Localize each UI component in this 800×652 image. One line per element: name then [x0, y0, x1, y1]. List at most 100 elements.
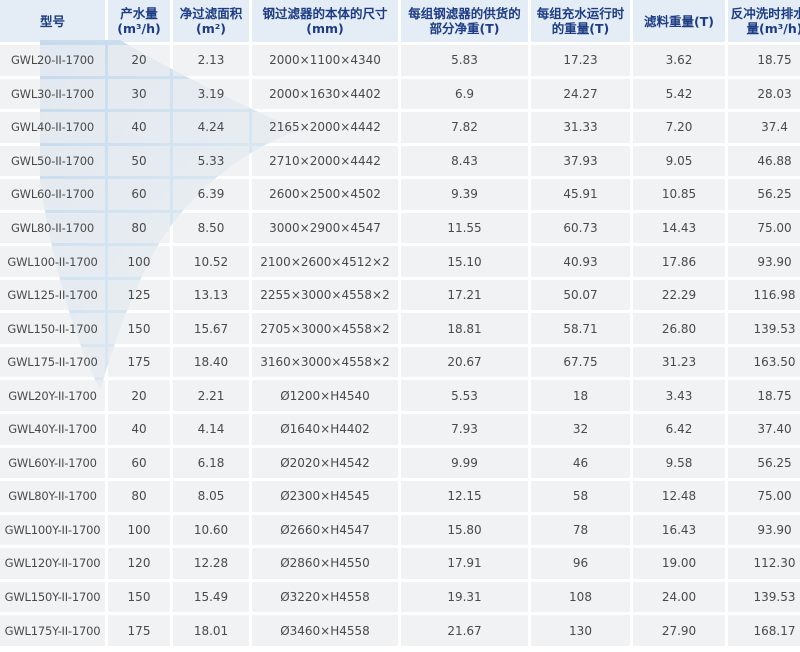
backwash-flow-cell: 28.03	[728, 78, 800, 110]
media-weight-cell: 3.43	[633, 380, 725, 412]
table-row: GWL60Y-II-1700 60 6.18 Ø2020×H4542 9.99 46 9.5…	[0, 447, 800, 479]
media-weight-cell: 31.23	[633, 346, 725, 378]
operating-weight-cell: 50.07	[531, 279, 630, 311]
water-output-cell: 80	[108, 481, 170, 512]
media-weight-cell: 9.05	[633, 145, 725, 177]
filter-area-cell: 2.13	[173, 45, 249, 76]
media-weight-cell: 6.42	[633, 414, 725, 445]
backwash-flow-cell: 168.17	[728, 615, 800, 646]
operating-weight-cell: 58	[531, 481, 630, 512]
model-cell: GWL30-II-1700	[0, 78, 105, 110]
header-line: (m³/h)	[117, 21, 161, 36]
body-size-cell: Ø2020×H4542	[252, 447, 398, 479]
media-weight-cell: 7.20	[633, 112, 725, 143]
header-backwash-flow: 反冲洗时排水流量(m³/h)	[728, 0, 800, 42]
filter-area-cell: 6.39	[173, 179, 249, 210]
header-filter-area: 净过滤面积 (m²)	[173, 0, 249, 42]
filter-area-cell: 12.28	[173, 548, 249, 579]
operating-weight-cell: 96	[531, 548, 630, 579]
body-size-cell: Ø2660×H4547	[252, 514, 398, 546]
operating-weight-cell: 46	[531, 447, 630, 479]
model-cell: GWL20-II-1700	[0, 45, 105, 76]
backwash-flow-cell: 18.75	[728, 380, 800, 412]
backwash-flow-cell: 56.25	[728, 179, 800, 210]
backwash-flow-cell: 139.53	[728, 581, 800, 613]
media-weight-cell: 24.00	[633, 581, 725, 613]
body-size-cell: Ø1200×H4540	[252, 380, 398, 412]
media-weight-cell: 12.48	[633, 481, 725, 512]
media-weight-cell: 10.85	[633, 179, 725, 210]
net-weight-cell: 5.83	[401, 45, 528, 76]
operating-weight-cell: 17.23	[531, 45, 630, 76]
table-row: GWL175-II-1700 175 18.40 3160×3000×4558×2 20…	[0, 346, 800, 378]
backwash-flow-cell: 37.4	[728, 112, 800, 143]
model-cell: GWL20Y-II-1700	[0, 380, 105, 412]
backwash-flow-cell: 116.98	[728, 279, 800, 311]
model-cell: GWL175-II-1700	[0, 346, 105, 378]
water-output-cell: 175	[108, 615, 170, 646]
table-row: GWL120Y-II-1700 120 12.28 Ø2860×H4550 17.91 9…	[0, 548, 800, 579]
operating-weight-cell: 24.27	[531, 78, 630, 110]
body-size-cell: Ø2860×H4550	[252, 548, 398, 579]
filter-area-cell: 13.13	[173, 279, 249, 311]
net-weight-cell: 17.91	[401, 548, 528, 579]
water-output-cell: 40	[108, 112, 170, 143]
net-weight-cell: 15.80	[401, 514, 528, 546]
water-output-cell: 125	[108, 279, 170, 311]
operating-weight-cell: 78	[531, 514, 630, 546]
header-line: 每组钢滤器的供货的	[408, 6, 521, 21]
spec-table: 型号 产水量 (m³/h) 净过滤面积 (m²) 钢过滤器的本体的尺寸 (mm) 每组钢滤器的…	[0, 0, 800, 649]
header-line: 滤料重量(T)	[644, 13, 714, 29]
water-output-cell: 20	[108, 45, 170, 76]
media-weight-cell: 27.90	[633, 615, 725, 646]
water-output-cell: 20	[108, 380, 170, 412]
header-model: 型号	[0, 0, 105, 42]
header-water-output: 产水量 (m³/h)	[108, 0, 170, 42]
body-size-cell: Ø2300×H4545	[252, 481, 398, 512]
model-cell: GWL100-II-1700	[0, 246, 105, 277]
net-weight-cell: 7.93	[401, 414, 528, 445]
operating-weight-cell: 32	[531, 414, 630, 445]
header-line: (m²)	[196, 21, 226, 36]
net-weight-cell: 18.81	[401, 313, 528, 344]
model-cell: GWL150-II-1700	[0, 313, 105, 344]
net-weight-cell: 9.39	[401, 179, 528, 210]
water-output-cell: 60	[108, 447, 170, 479]
table-header: 型号 产水量 (m³/h) 净过滤面积 (m²) 钢过滤器的本体的尺寸 (mm) 每组钢滤器的…	[0, 0, 800, 42]
spec-table-page: 型号 产水量 (m³/h) 净过滤面积 (m²) 钢过滤器的本体的尺寸 (mm) 每组钢滤器的…	[0, 0, 800, 652]
header-operating-weight: 每组充水运行时 的重量(T)	[531, 0, 630, 42]
water-output-cell: 120	[108, 548, 170, 579]
filter-area-cell: 6.18	[173, 447, 249, 479]
operating-weight-cell: 45.91	[531, 179, 630, 210]
header-body-size: 钢过滤器的本体的尺寸 (mm)	[252, 0, 398, 42]
header-line: 每组充水运行时	[536, 6, 625, 21]
table-row: GWL40-II-1700 40 4.24 2165×2000×4442 7.82 31.…	[0, 112, 800, 143]
backwash-flow-cell: 112.30	[728, 548, 800, 579]
water-output-cell: 80	[108, 212, 170, 244]
net-weight-cell: 6.9	[401, 78, 528, 110]
backwash-flow-cell: 93.90	[728, 246, 800, 277]
filter-area-cell: 8.50	[173, 212, 249, 244]
filter-area-cell: 10.60	[173, 514, 249, 546]
table-row: GWL175Y-II-1700 175 18.01 Ø3460×H4558 21.67 1…	[0, 615, 800, 646]
media-weight-cell: 22.29	[633, 279, 725, 311]
model-cell: GWL150Y-II-1700	[0, 581, 105, 613]
body-size-cell: 2255×3000×4558×2	[252, 279, 398, 311]
filter-area-cell: 5.33	[173, 145, 249, 177]
backwash-flow-cell: 56.25	[728, 447, 800, 479]
model-cell: GWL60Y-II-1700	[0, 447, 105, 479]
net-weight-cell: 20.67	[401, 346, 528, 378]
operating-weight-cell: 37.93	[531, 145, 630, 177]
net-weight-cell: 21.67	[401, 615, 528, 646]
media-weight-cell: 26.80	[633, 313, 725, 344]
header-media-weight: 滤料重量(T)	[633, 0, 725, 42]
backwash-flow-cell: 163.50	[728, 346, 800, 378]
operating-weight-cell: 67.75	[531, 346, 630, 378]
backwash-flow-cell: 75.00	[728, 481, 800, 512]
filter-area-cell: 3.19	[173, 78, 249, 110]
model-cell: GWL100Y-II-1700	[0, 514, 105, 546]
backwash-flow-cell: 75.00	[728, 212, 800, 244]
media-weight-cell: 5.42	[633, 78, 725, 110]
header-net-weight: 每组钢滤器的供货的 部分净重(T)	[401, 0, 528, 42]
filter-area-cell: 10.52	[173, 246, 249, 277]
